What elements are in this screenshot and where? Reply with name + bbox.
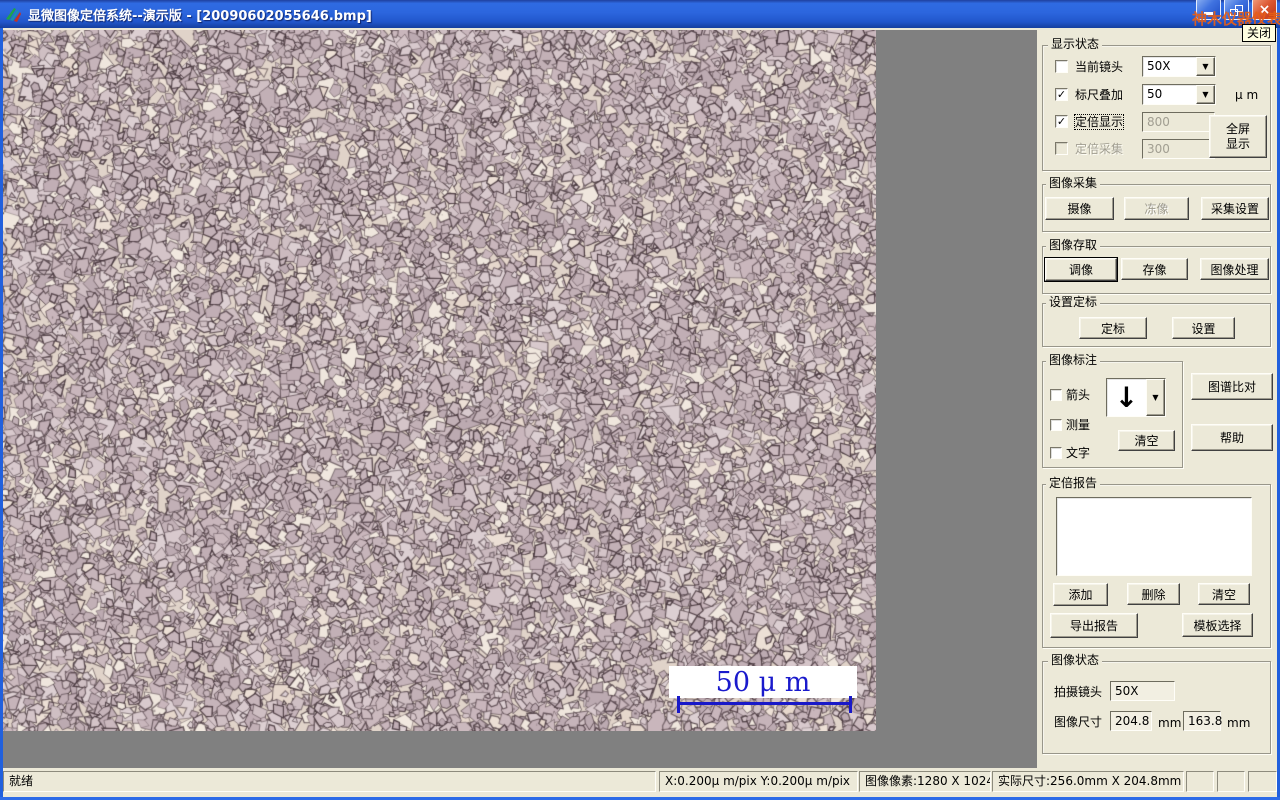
fullscreen-button-line1: 全屏 bbox=[1225, 121, 1250, 136]
fixed-capture-checkbox bbox=[1055, 142, 1068, 155]
current-lens-value: 50X bbox=[1147, 59, 1171, 73]
shoot-lens-label: 拍摄镜头 bbox=[1054, 685, 1103, 699]
measure-checkbox[interactable] bbox=[1050, 419, 1062, 431]
status-image-pixels: 图像像素:1280 X 1024 bbox=[859, 771, 991, 792]
title-bar[interactable]: 显微图像定倍系统--演示版 - [20090602055646.bmp] bbox=[0, 0, 1280, 28]
fullscreen-button-line2: 显示 bbox=[1225, 136, 1250, 151]
image-height-unit: mm bbox=[1227, 716, 1251, 730]
ruler-size-select[interactable]: 50 ▼ bbox=[1142, 84, 1216, 105]
display-status-group-label: 显示状态 bbox=[1048, 38, 1103, 51]
fullscreen-button[interactable]: 全屏 显示 bbox=[1209, 115, 1267, 158]
save-image-button[interactable]: 存像 bbox=[1121, 258, 1188, 280]
app-icon bbox=[6, 7, 21, 22]
scalebar-tick-left bbox=[677, 696, 680, 713]
ruler-unit-label: μ m bbox=[1235, 88, 1259, 102]
scalebar: 50 μ m bbox=[669, 666, 857, 698]
fixed-display-label[interactable]: 定倍显示 bbox=[1073, 114, 1125, 130]
export-report-button[interactable]: 导出报告 bbox=[1050, 613, 1138, 638]
ruler-overlay-label[interactable]: 标尺叠加 bbox=[1075, 88, 1123, 102]
fixed-display-checkbox[interactable]: ✓ bbox=[1055, 115, 1068, 128]
ruler-overlay-checkbox[interactable]: ✓ bbox=[1055, 88, 1068, 101]
load-image-button[interactable]: 调像 bbox=[1045, 258, 1117, 281]
calibration-setup-button[interactable]: 设置 bbox=[1172, 317, 1235, 339]
check-icon: ✓ bbox=[1056, 115, 1067, 128]
arrow-label[interactable]: 箭头 bbox=[1066, 388, 1090, 402]
image-status-group-label: 图像状态 bbox=[1048, 654, 1103, 667]
fixed-display-input: 800 bbox=[1142, 112, 1215, 132]
report-add-button[interactable]: 添加 bbox=[1053, 583, 1108, 606]
image-width-unit: mm bbox=[1158, 716, 1182, 730]
image-capture-group-label: 图像采集 bbox=[1046, 177, 1101, 190]
fixed-capture-input: 300 bbox=[1142, 139, 1215, 159]
arrow-checkbox[interactable] bbox=[1050, 389, 1062, 401]
text-label[interactable]: 文字 bbox=[1066, 446, 1090, 460]
calibration-group-label: 设置定标 bbox=[1046, 296, 1101, 309]
freeze-button: 冻像 bbox=[1124, 197, 1189, 220]
window-title: 显微图像定倍系统--演示版 - [20090602055646.bmp] bbox=[28, 8, 372, 24]
status-empty-1 bbox=[1186, 771, 1214, 792]
scalebar-line bbox=[677, 702, 852, 705]
arrow-down-icon: ↓ bbox=[1114, 380, 1139, 414]
calibrate-button[interactable]: 定标 bbox=[1079, 317, 1147, 339]
annotation-group-label: 图像标注 bbox=[1046, 354, 1101, 367]
report-group-label: 定倍报告 bbox=[1046, 477, 1101, 490]
application-window: 50 μ m 显示状态 当前镜头 50X ▼ ✓ 标尺叠加 50 ▼ μ m ✓… bbox=[0, 0, 1280, 800]
current-lens-label[interactable]: 当前镜头 bbox=[1075, 60, 1123, 74]
image-process-button[interactable]: 图像处理 bbox=[1200, 258, 1269, 280]
chevron-down-icon[interactable]: ▼ bbox=[1196, 57, 1215, 76]
status-bar: 就绪 X:0.200μ m/pix Y:0.200μ m/pix 图像像素:12… bbox=[3, 768, 1277, 797]
calibration-group bbox=[1042, 303, 1271, 347]
status-actual-size: 实际尺寸:256.0mm X 204.8mm bbox=[992, 771, 1184, 792]
annotation-clear-button[interactable]: 清空 bbox=[1118, 430, 1175, 451]
image-storage-group-label: 图像存取 bbox=[1046, 239, 1101, 252]
status-ready: 就绪 bbox=[3, 771, 656, 792]
image-size-label: 图像尺寸 bbox=[1054, 715, 1103, 729]
shoot-lens-input[interactable]: 50X bbox=[1110, 681, 1175, 701]
report-listbox[interactable] bbox=[1056, 497, 1252, 576]
status-pixel-scale: X:0.200μ m/pix Y:0.200μ m/pix bbox=[659, 771, 858, 792]
template-select-button[interactable]: 模板选择 bbox=[1182, 613, 1253, 637]
image-height-input[interactable]: 163.8 bbox=[1183, 711, 1222, 731]
capture-settings-button[interactable]: 采集设置 bbox=[1201, 197, 1269, 220]
status-empty-2 bbox=[1217, 771, 1245, 792]
shoot-button[interactable]: 摄像 bbox=[1045, 197, 1114, 220]
window-border-left bbox=[0, 28, 3, 800]
ruler-size-value: 50 bbox=[1147, 87, 1163, 101]
close-tooltip: 关闭 bbox=[1242, 24, 1277, 42]
status-empty-3 bbox=[1248, 771, 1277, 792]
image-status-group bbox=[1042, 661, 1271, 754]
report-clear-button[interactable]: 清空 bbox=[1198, 583, 1250, 605]
chevron-down-icon[interactable]: ▼ bbox=[1146, 379, 1165, 416]
chevron-down-icon[interactable]: ▼ bbox=[1196, 85, 1215, 104]
scalebar-label: 50 μ m bbox=[715, 666, 811, 698]
check-icon: ✓ bbox=[1056, 88, 1067, 101]
text-checkbox[interactable] bbox=[1050, 447, 1062, 459]
fixed-capture-label: 定倍采集 bbox=[1075, 142, 1124, 156]
arrow-style-select[interactable]: ↓ ▼ bbox=[1106, 378, 1166, 417]
report-delete-button[interactable]: 删除 bbox=[1127, 583, 1180, 605]
current-lens-select[interactable]: 50X ▼ bbox=[1142, 56, 1216, 77]
current-lens-checkbox[interactable] bbox=[1055, 60, 1068, 73]
image-width-input[interactable]: 204.8 bbox=[1110, 711, 1152, 731]
help-button[interactable]: 帮助 bbox=[1191, 424, 1273, 451]
measure-label[interactable]: 测量 bbox=[1066, 418, 1090, 432]
atlas-compare-button[interactable]: 图谱比对 bbox=[1191, 373, 1273, 400]
micrograph-image[interactable] bbox=[3, 30, 876, 731]
scalebar-tick-right bbox=[849, 696, 852, 713]
